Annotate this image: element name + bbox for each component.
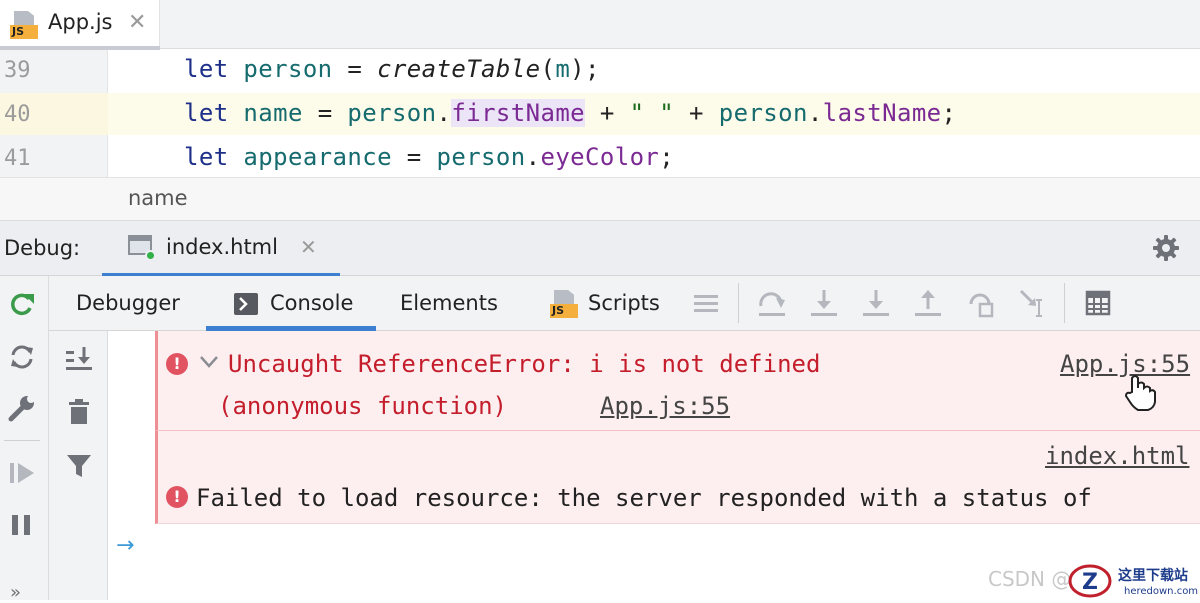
- stack-frame: (anonymous function): [218, 392, 507, 420]
- code-line[interactable]: let appearance = person.eyeColor;: [184, 143, 674, 171]
- refresh-icon[interactable]: [8, 343, 36, 371]
- table-icon[interactable]: [1085, 290, 1111, 316]
- force-step-into-icon[interactable]: [862, 288, 890, 318]
- tab-console[interactable]: Console: [270, 291, 353, 315]
- close-icon[interactable]: ✕: [128, 10, 146, 35]
- scroll-to-end-icon[interactable]: [64, 345, 94, 373]
- code-line[interactable]: let person = createTable(m);: [184, 55, 600, 83]
- svg-text:这里下载站: 这里下载站: [1118, 567, 1188, 584]
- tab-elements[interactable]: Elements: [400, 291, 498, 315]
- js-file-icon: JS: [10, 11, 38, 39]
- error-icon: !: [166, 486, 188, 508]
- error-message: Uncaught ReferenceError: i is not define…: [228, 350, 821, 378]
- line-number: 40: [4, 102, 31, 127]
- trash-icon[interactable]: [66, 398, 92, 426]
- menu-lines-icon[interactable]: [692, 292, 720, 316]
- breadcrumb-item[interactable]: name: [128, 186, 188, 210]
- line-number: 39: [4, 58, 31, 83]
- chevron-down-icon[interactable]: [198, 354, 220, 370]
- breadcrumb[interactable]: name: [0, 177, 1200, 221]
- watermark-text: CSDN @: [988, 567, 1072, 591]
- debug-side-toolbar: [0, 276, 49, 600]
- js-file-icon: JS: [550, 290, 578, 318]
- editor-tab-bar: JS App.js ✕: [0, 0, 1200, 50]
- error-message: Failed to load resource: the server resp…: [196, 484, 1092, 512]
- console-icon: [234, 293, 258, 315]
- drop-frame-icon[interactable]: [966, 288, 996, 318]
- debug-session-label: index.html: [166, 235, 278, 259]
- hand-cursor-icon: [1124, 375, 1156, 411]
- svg-text:heredown.com: heredown.com: [1124, 586, 1198, 597]
- error-icon: !: [166, 353, 188, 375]
- gear-icon[interactable]: [1152, 234, 1180, 262]
- html-run-icon: [128, 235, 156, 261]
- step-into-icon[interactable]: [810, 288, 838, 318]
- stack-frame-source-link[interactable]: App.js:55: [600, 392, 730, 420]
- rerun-icon[interactable]: [8, 290, 36, 318]
- tab-debugger[interactable]: Debugger: [76, 291, 180, 315]
- pause-icon[interactable]: [8, 512, 36, 538]
- close-icon[interactable]: ✕: [300, 235, 317, 259]
- debug-label: Debug:: [4, 236, 81, 260]
- console-prompt[interactable]: →: [116, 533, 134, 558]
- error-source-link[interactable]: index.html: [1045, 442, 1190, 470]
- code-line[interactable]: let name = person.firstName + " " + pers…: [184, 99, 956, 127]
- wrench-icon[interactable]: [7, 394, 37, 424]
- svg-text:Z: Z: [1082, 570, 1098, 595]
- debug-session-tab[interactable]: index.html ✕: [102, 221, 340, 277]
- debug-tool-window-header: Debug: index.html ✕: [0, 221, 1200, 277]
- step-over-icon[interactable]: [757, 288, 787, 318]
- tab-scripts[interactable]: Scripts: [588, 291, 660, 315]
- resume-icon[interactable]: [8, 460, 36, 486]
- file-tab-app-js[interactable]: JS App.js ✕: [0, 0, 160, 50]
- step-out-icon[interactable]: [914, 288, 942, 318]
- watermark-logo: Z 这里下载站 heredown.com: [1068, 564, 1198, 598]
- line-number: 41: [4, 146, 31, 171]
- filter-icon[interactable]: [66, 452, 92, 480]
- file-tab-label: App.js: [48, 10, 113, 34]
- run-to-cursor-icon[interactable]: [1018, 288, 1048, 318]
